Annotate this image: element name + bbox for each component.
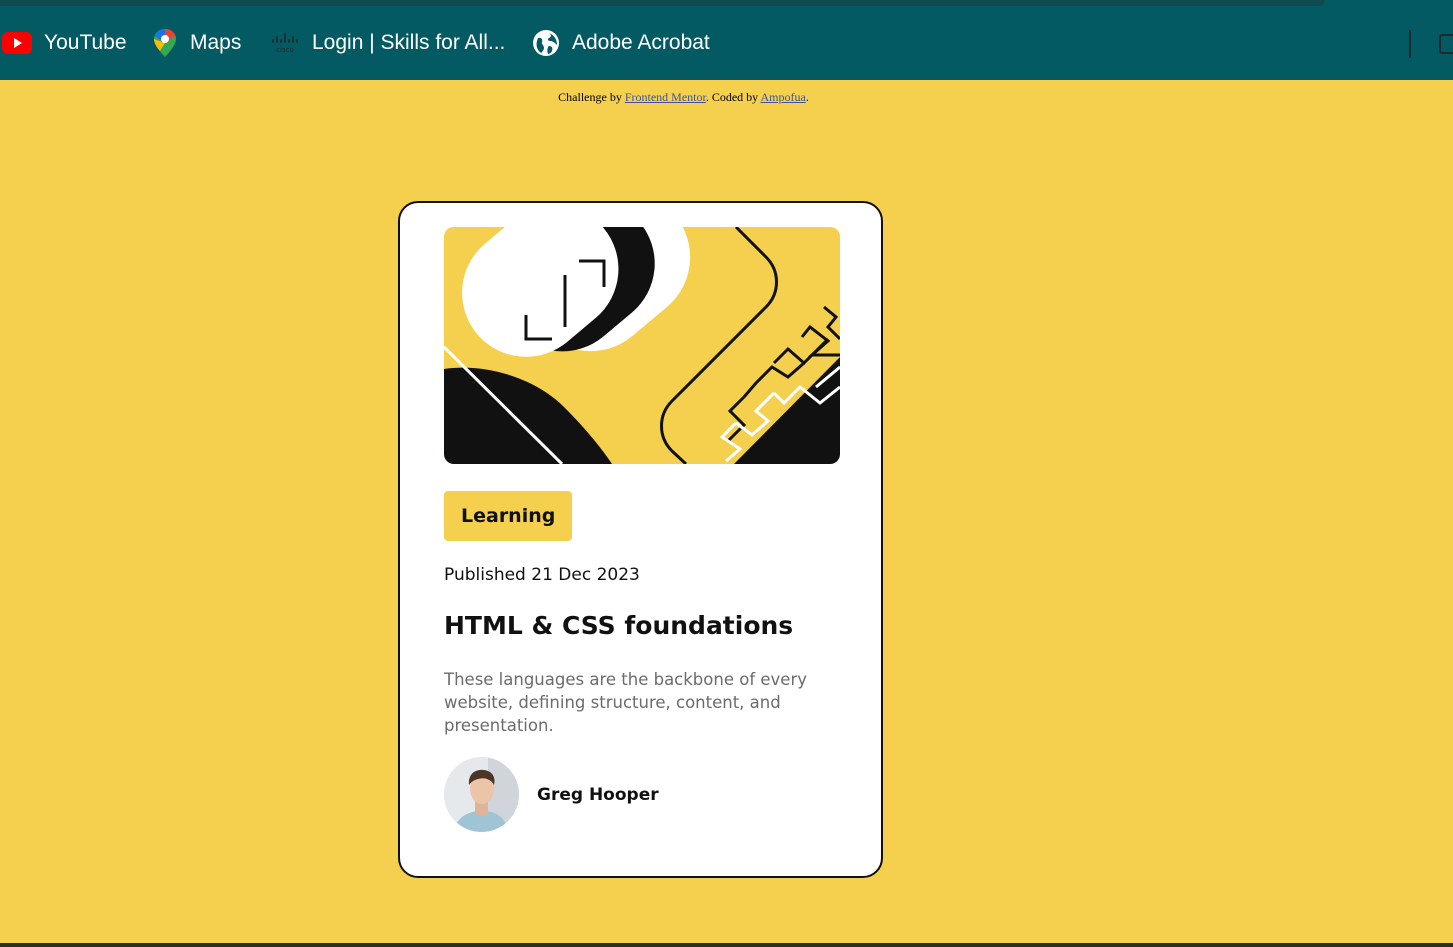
attribution: Challenge by Frontend Mentor. Coded by A…: [0, 90, 1367, 105]
youtube-icon: [2, 32, 32, 54]
bookmark-label: Login | Skills for All...: [312, 31, 506, 54]
author-name: Greg Hooper: [537, 784, 659, 805]
card-description: These languages are the backbone of ever…: [444, 670, 807, 735]
bookmarks-separator: [1409, 30, 1411, 58]
bookmark-youtube[interactable]: YouTube: [2, 28, 127, 58]
frontend-mentor-link[interactable]: Frontend Mentor: [625, 90, 706, 104]
attribution-middle: . Coded by: [705, 90, 761, 104]
author-link[interactable]: Ampofua: [761, 90, 806, 104]
taskbar-edge: [0, 943, 1453, 947]
avatar: [444, 757, 519, 832]
published-date: Published 21 Dec 2023: [444, 565, 640, 585]
category-tag: Learning: [444, 491, 573, 541]
card-title[interactable]: HTML & CSS foundations: [444, 611, 793, 640]
bookmark-skills-for-all[interactable]: cisco Login | Skills for All...: [270, 28, 505, 58]
all-bookmarks-folder-icon[interactable]: [1439, 34, 1453, 54]
bookmark-label: Maps: [190, 31, 242, 54]
bookmark-label: Adobe Acrobat: [572, 31, 710, 54]
browser-tab-strip: [0, 0, 1453, 8]
blog-preview-card: Learning Published 21 Dec 2023 HTML & CS…: [398, 201, 883, 878]
author-info: Greg Hooper: [444, 757, 659, 832]
cisco-icon: cisco: [270, 32, 300, 54]
bookmark-label: YouTube: [44, 31, 127, 54]
bookmark-adobe-acrobat[interactable]: Adobe Acrobat: [532, 28, 710, 58]
attribution-prefix: Challenge by: [558, 90, 625, 104]
globe-icon: [532, 29, 560, 57]
bookmark-maps[interactable]: Maps: [152, 28, 241, 58]
svg-text:cisco: cisco: [276, 46, 294, 54]
attribution-suffix: .: [805, 90, 809, 104]
maps-pin-icon: [152, 28, 178, 58]
tab-edge: [0, 0, 1325, 6]
bookmarks-bar: YouTube Maps cisco Login | Skills for Al…: [0, 8, 1453, 80]
card-illustration: [444, 227, 840, 464]
